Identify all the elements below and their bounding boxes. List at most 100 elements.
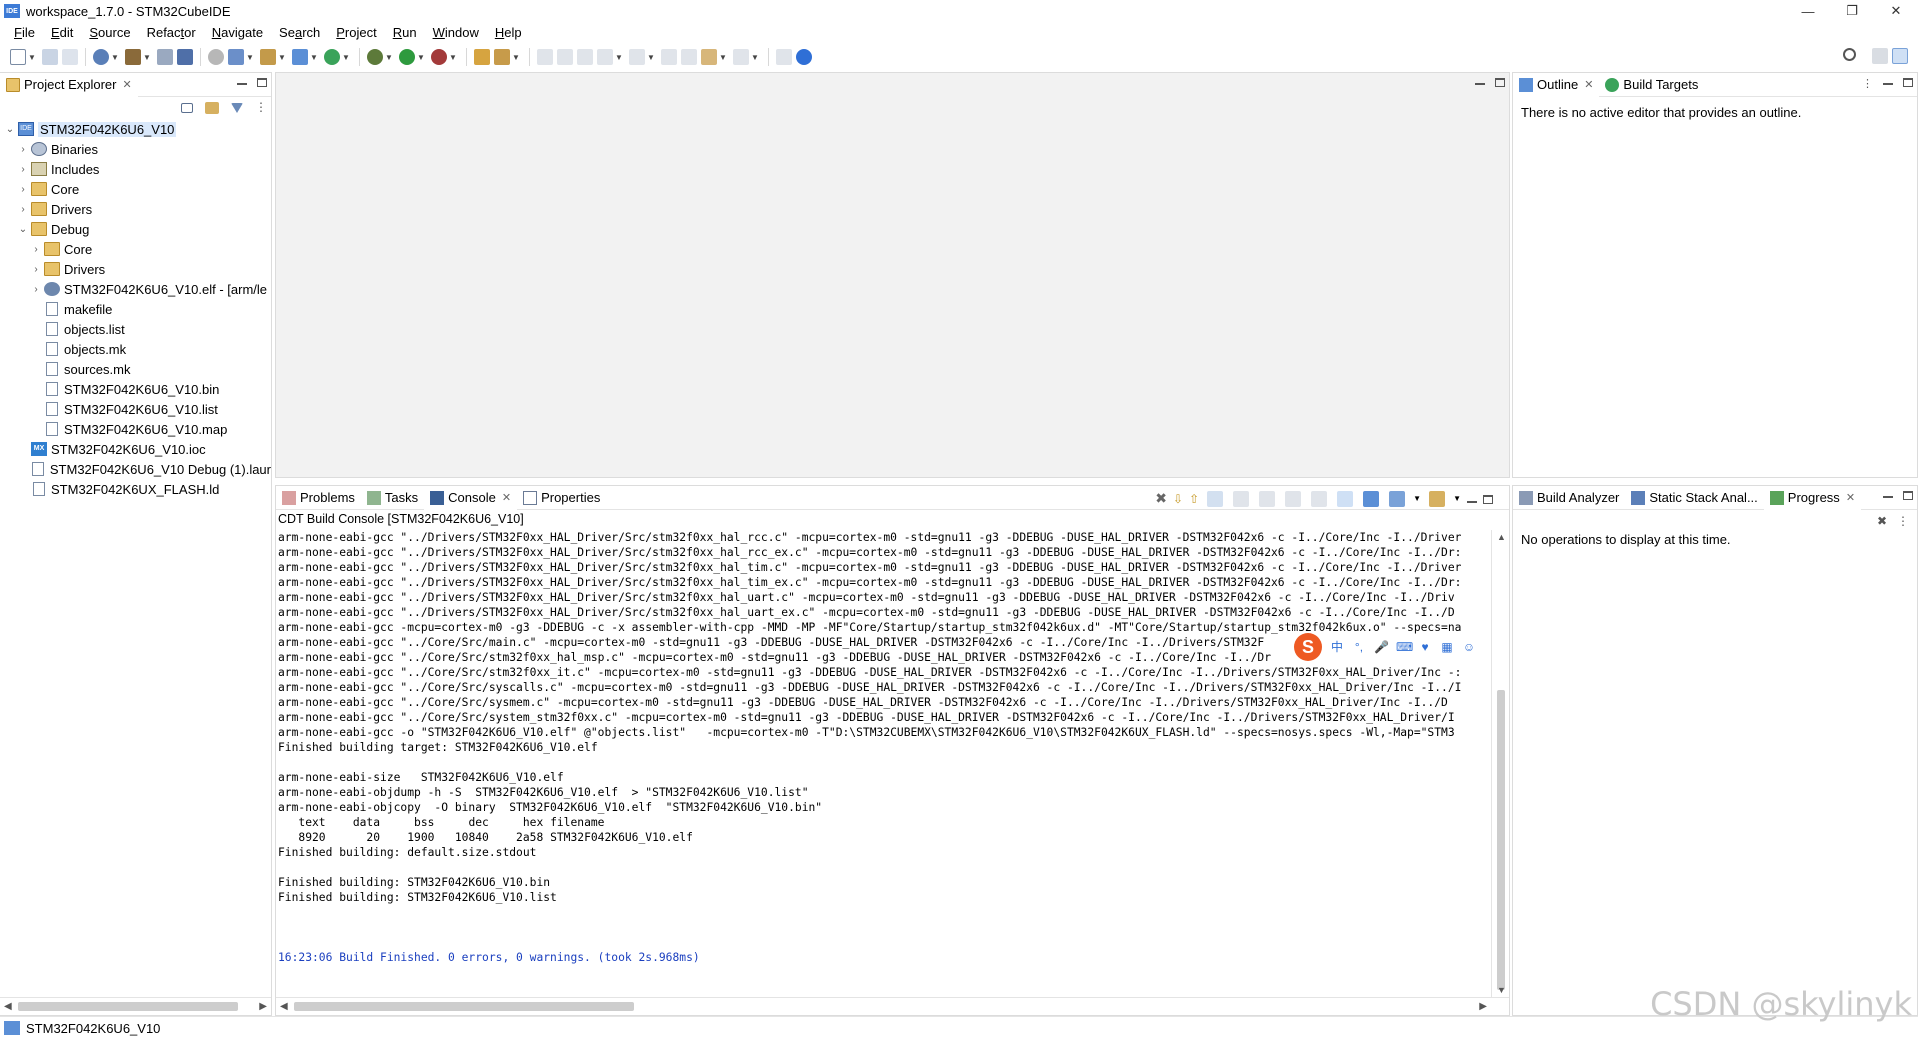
tree-item[interactable]: STM32F042K6U6_V10.bin [0,379,271,399]
minimize-view-button[interactable] [1883,496,1893,498]
debug-dropdown[interactable]: ▼ [385,49,393,65]
menu-refactor[interactable]: Refactor [139,22,204,44]
scroll-thumb[interactable] [18,1002,238,1011]
tree-item[interactable]: › Drivers [0,259,271,279]
tab-build-analyzer[interactable]: Build Analyzer [1513,486,1625,510]
tab-problems[interactable]: Problems [276,486,361,510]
close-button[interactable]: ✕ [1874,0,1918,22]
vertical-scrollbar[interactable]: ▲ ▼ [1491,530,1509,997]
next-annotation-dropdown[interactable]: ▼ [615,49,623,65]
tree-item[interactable]: › Core [0,239,271,259]
menu-help[interactable]: Help [487,22,530,44]
ime-punctuation-icon[interactable]: °, [1352,640,1366,654]
cpp-perspective-icon[interactable] [1892,48,1908,64]
view-menu-icon[interactable]: ⋮ [1862,77,1873,90]
clear-console-icon[interactable]: ✖ [1155,490,1167,507]
chevron-down-icon[interactable]: ⌄ [4,124,16,135]
tree-item[interactable]: ⌄ IDE STM32F042K6U6_V10 [0,119,271,139]
last-edit-icon[interactable] [661,49,677,65]
ime-logo-icon[interactable]: S [1294,633,1322,661]
pin-editor-icon[interactable] [776,49,792,65]
run-dropdown[interactable]: ▼ [417,49,425,65]
menu-navigate[interactable]: Navigate [204,22,271,44]
tab-build-targets[interactable]: Build Targets [1599,73,1704,97]
menu-search[interactable]: Search [271,22,328,44]
tree-item[interactable]: STM32F042K6U6_V10 Debug (1).laur [0,459,271,479]
maximize-editor-button[interactable] [1495,78,1505,87]
scroll-thumb[interactable] [294,1002,634,1011]
collapse-all-icon[interactable] [181,103,193,113]
debug-icon[interactable] [367,49,383,65]
ime-keyboard-icon[interactable]: ⌨ [1396,640,1413,654]
prev-annotation-icon[interactable] [629,49,645,65]
remove-all-finished-icon[interactable]: ✖ [1877,514,1887,528]
forward-dropdown[interactable]: ▼ [751,49,759,65]
new-c-project-icon[interactable] [228,49,244,65]
open-console-icon[interactable] [1389,490,1406,507]
back-dropdown[interactable]: ▼ [719,49,727,65]
show-on-output-icon[interactable] [1285,490,1302,507]
restore-button[interactable]: ❐ [1830,0,1874,22]
tree-item[interactable]: STM32F042K6U6_V10.list [0,399,271,419]
scroll-right-icon[interactable]: ▶ [259,1001,267,1012]
minimize-editor-button[interactable] [1475,83,1485,85]
menu-source[interactable]: Source [81,22,138,44]
tab-project-explorer[interactable]: Project Explorer ✕ [0,72,138,97]
ime-emoji-icon[interactable]: ☺ [1462,640,1476,654]
scroll-up-icon[interactable]: ▲ [1497,532,1506,542]
tab-console[interactable]: Console ✕ [424,485,518,510]
tab-static-stack-analyzer[interactable]: Static Stack Anal... [1625,486,1763,510]
chevron-right-icon[interactable]: › [30,264,42,275]
chevron-right-icon[interactable]: › [17,204,29,215]
minimize-view-button[interactable] [1883,83,1893,85]
link-editor-icon[interactable] [205,102,219,114]
tree-item[interactable]: › Binaries [0,139,271,159]
new-dropdown[interactable]: ▼ [28,49,36,65]
new-source-folder-dropdown[interactable]: ▼ [278,49,286,65]
new-console-icon[interactable] [1429,490,1446,507]
tab-properties[interactable]: Properties [517,486,606,510]
chevron-down-icon[interactable]: ⌄ [17,224,29,235]
tree-item[interactable]: objects.list [0,319,271,339]
tree-item[interactable]: MX STM32F042K6U6_V10.ioc [0,439,271,459]
scroll-thumb[interactable] [1497,690,1505,990]
minimize-view-button[interactable] [237,83,247,85]
close-icon[interactable]: ✕ [1584,78,1593,91]
tree-item[interactable]: › Includes [0,159,271,179]
chevron-right-icon[interactable]: › [17,164,29,175]
refresh-dropdown[interactable]: ▼ [342,49,350,65]
chevron-right-icon[interactable]: › [30,284,42,295]
new-c-project-dropdown[interactable]: ▼ [246,49,254,65]
prev-annotation-dropdown[interactable]: ▼ [647,49,655,65]
menu-file[interactable]: File [6,22,43,44]
word-wrap-icon[interactable] [1233,490,1250,507]
prev-error-icon[interactable]: ⇧ [1189,492,1199,506]
save-icon[interactable] [42,49,58,65]
debug-settings-icon[interactable] [208,49,224,65]
minimize-view-button[interactable] [1467,500,1477,503]
scroll-left-icon[interactable]: ◀ [4,1001,12,1012]
tree-item[interactable]: STM32F042K6U6_V10.map [0,419,271,439]
chevron-right-icon[interactable]: › [17,144,29,155]
new-icon[interactable] [10,49,26,65]
chevron-right-icon[interactable]: › [17,184,29,195]
minimize-button[interactable]: — [1786,0,1830,22]
scroll-lock-icon[interactable] [1207,490,1224,507]
toggle-block-icon[interactable] [557,49,573,65]
horizontal-scrollbar[interactable]: ◀ ▶ [276,997,1509,1015]
menu-project[interactable]: Project [328,22,384,44]
build-config-dropdown[interactable]: ▼ [111,49,119,65]
pin-console-icon[interactable] [1337,490,1354,507]
new-source-folder-icon[interactable] [260,49,276,65]
ime-chinese-icon[interactable]: 中 [1330,640,1344,654]
new-class-dropdown[interactable]: ▼ [310,49,318,65]
forward-icon[interactable] [733,49,749,65]
tree-item[interactable]: objects.mk [0,339,271,359]
editor-area[interactable] [275,72,1510,478]
menu-window[interactable]: Window [425,22,487,44]
tab-tasks[interactable]: Tasks [361,486,424,510]
forward-edit-icon[interactable] [681,49,697,65]
open-perspective-icon[interactable] [1872,48,1888,64]
view-menu-icon[interactable]: ⋮ [255,100,267,116]
build-all-icon[interactable] [157,49,173,65]
